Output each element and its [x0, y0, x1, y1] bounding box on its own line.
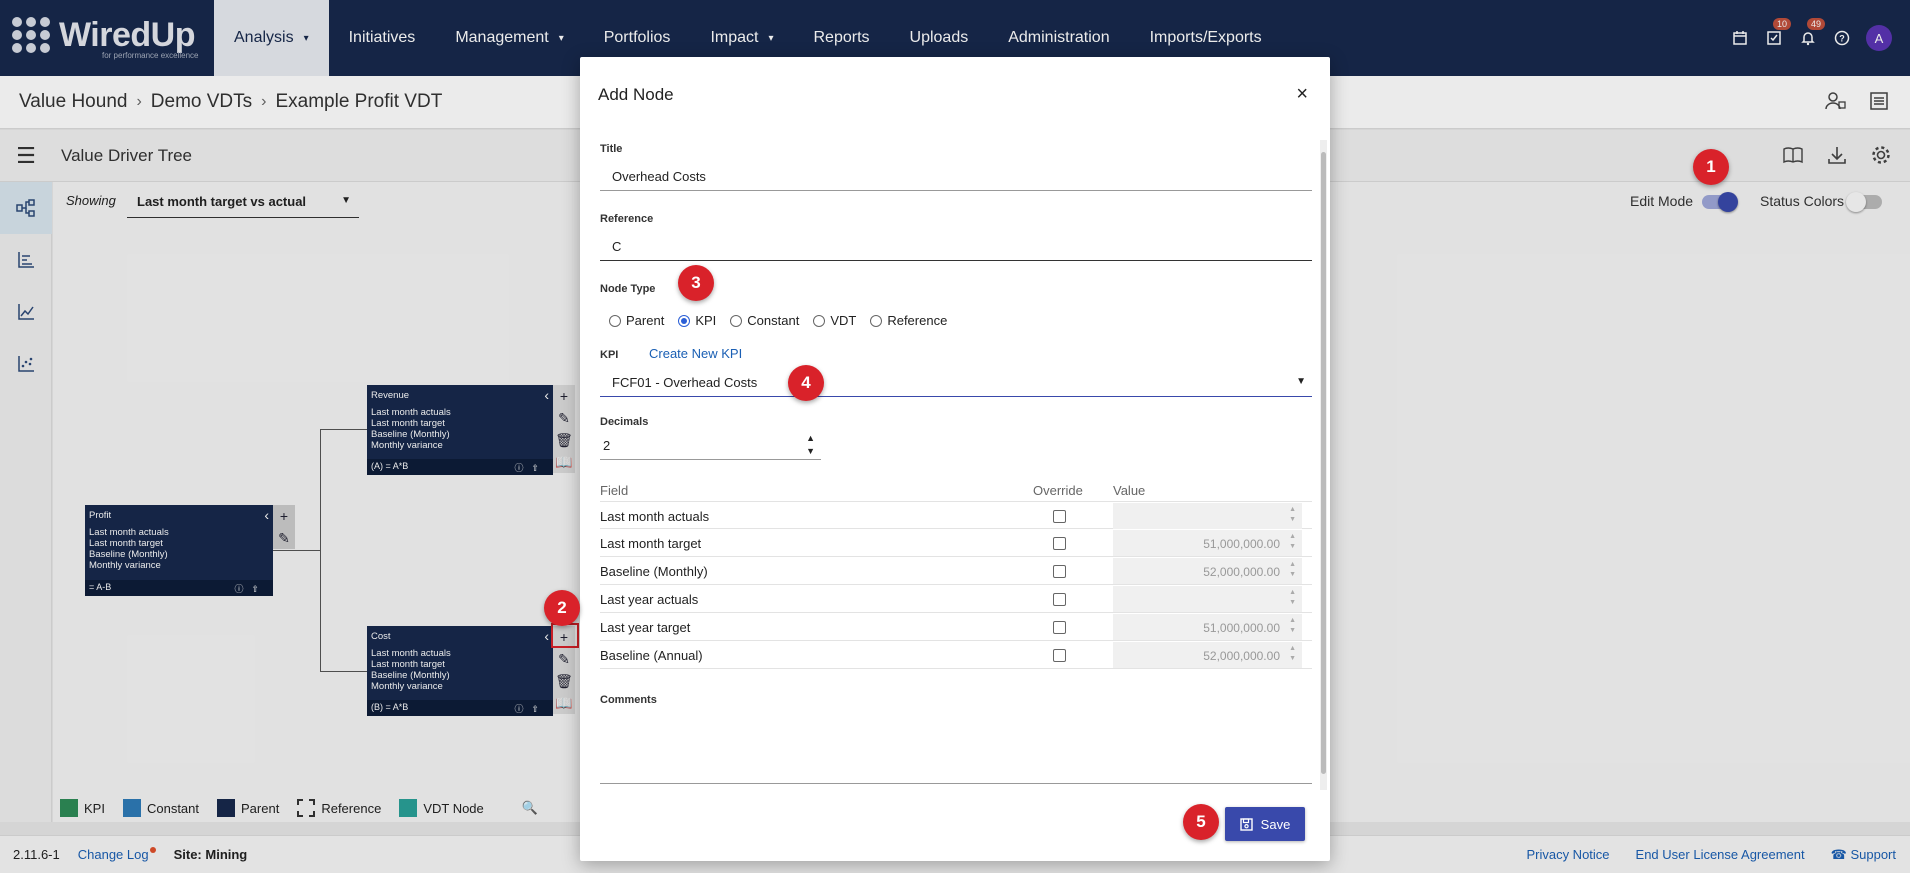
decimals-stepper[interactable]: 2 ▲ ▼ [600, 432, 821, 460]
radio-constant[interactable]: Constant [730, 313, 799, 328]
value-input[interactable]: 51,000,000.00 ▲ ▼ [1113, 614, 1302, 640]
dialog-scrollbar[interactable] [1320, 140, 1327, 790]
radio-label: KPI [695, 313, 717, 328]
stepper-arrows-icon[interactable]: ▲ ▼ [1289, 588, 1296, 608]
override-checkbox[interactable] [1053, 649, 1066, 662]
radio-vdt[interactable]: VDT [813, 313, 856, 328]
value-input[interactable]: ▲ ▼ [1113, 503, 1302, 529]
override-checkbox[interactable] [1053, 537, 1066, 550]
stepper-arrows-icon[interactable]: ▲ ▼ [1289, 532, 1296, 552]
value-input[interactable]: 52,000,000.00 ▲ ▼ [1113, 642, 1302, 668]
close-icon[interactable]: × [1296, 83, 1308, 106]
add-node-dialog: Add Node × Title Overhead Costs Referenc… [580, 57, 1330, 861]
value-input[interactable]: ▲ ▼ [1113, 586, 1302, 612]
row-field: Last month target [600, 536, 702, 551]
stepper-arrows-icon[interactable]: ▲ ▼ [806, 432, 815, 458]
stepper-arrows-icon[interactable]: ▲ ▼ [1289, 616, 1296, 636]
table-row: Baseline (Annual) 52,000,000.00 ▲ ▼ [600, 641, 1312, 669]
table-row: Last year target 51,000,000.00 ▲ ▼ [600, 613, 1312, 641]
radio-circle [678, 314, 691, 327]
reference-label: Reference [600, 213, 654, 225]
row-field: Last year target [600, 620, 691, 635]
callout-1: 1 [1693, 149, 1729, 185]
value-input[interactable]: 52,000,000.00 ▲ ▼ [1113, 558, 1302, 584]
decimals-label: Decimals [600, 416, 649, 428]
save-button[interactable]: Save [1225, 807, 1305, 841]
comments-label: Comments [600, 694, 657, 706]
override-checkbox[interactable] [1053, 565, 1066, 578]
table-header: Field Override Value [600, 483, 1312, 501]
row-value: 51,000,000.00 [1203, 537, 1280, 551]
title-input[interactable]: Overhead Costs [600, 163, 1312, 191]
floppy-disk-icon [1239, 817, 1253, 831]
callout-3: 3 [678, 265, 714, 301]
create-new-kpi-link[interactable]: Create New KPI [649, 346, 742, 361]
radio-label: Reference [887, 313, 948, 328]
header-override: Override [1033, 483, 1083, 498]
kpi-label: KPI [600, 349, 619, 361]
override-checkbox[interactable] [1053, 621, 1066, 634]
header-field: Field [600, 483, 629, 498]
table-row: Last year actuals ▲ ▼ [600, 585, 1312, 613]
stepper-arrows-icon[interactable]: ▲ ▼ [1289, 560, 1296, 580]
callout-5: 5 [1183, 804, 1219, 840]
radio-circle [870, 314, 883, 327]
radio-reference[interactable]: Reference [870, 313, 947, 328]
radio-label: VDT [830, 313, 857, 328]
radio-label: Constant [747, 313, 800, 328]
override-checkbox[interactable] [1053, 510, 1066, 523]
header-value: Value [1113, 483, 1146, 498]
radio-circle [813, 314, 826, 327]
stepper-arrows-icon[interactable]: ▲ ▼ [1289, 505, 1296, 525]
reference-input[interactable]: C [600, 233, 1312, 261]
scrollbar-thumb[interactable] [1321, 152, 1326, 774]
table-row: Last month target 51,000,000.00 ▲ ▼ [600, 529, 1312, 557]
callout-4: 4 [788, 365, 824, 401]
comments-textarea[interactable] [600, 783, 1312, 784]
row-field: Baseline (Annual) [600, 648, 703, 663]
value-input[interactable]: 51,000,000.00 ▲ ▼ [1113, 530, 1302, 556]
title-label: Title [600, 143, 623, 155]
row-value: 52,000,000.00 [1203, 649, 1280, 663]
dropdown-arrow-icon: ▼ [1296, 376, 1306, 387]
radio-kpi[interactable]: KPI [678, 313, 716, 328]
callout-2: 2 [544, 590, 580, 626]
save-label: Save [1260, 816, 1291, 832]
decimals-value: 2 [603, 438, 611, 453]
row-value: 51,000,000.00 [1203, 621, 1280, 635]
field-values-table: Field Override Value Last month actuals … [600, 483, 1312, 669]
node-type-radio-group: Parent KPI Constant VDT Reference [609, 313, 947, 328]
stepper-arrows-icon[interactable]: ▲ ▼ [1289, 644, 1296, 664]
radio-label: Parent [626, 313, 665, 328]
title-input-value: Overhead Costs [612, 169, 706, 184]
row-field: Baseline (Monthly) [600, 564, 708, 579]
row-field: Last year actuals [600, 592, 699, 607]
reference-input-value: C [612, 239, 622, 254]
table-row: Last month actuals ▲ ▼ [600, 501, 1312, 529]
row-value: 52,000,000.00 [1203, 565, 1280, 579]
radio-parent[interactable]: Parent [609, 313, 664, 328]
override-checkbox[interactable] [1053, 593, 1066, 606]
kpi-select[interactable]: FCF01 - Overhead Costs ▼ [600, 369, 1312, 397]
table-row: Baseline (Monthly) 52,000,000.00 ▲ ▼ [600, 557, 1312, 585]
radio-circle [730, 314, 743, 327]
dialog-title: Add Node [598, 85, 674, 104]
radio-circle [609, 314, 621, 327]
node-type-label: Node Type [600, 283, 656, 295]
row-field: Last month actuals [600, 509, 710, 524]
kpi-select-value: FCF01 - Overhead Costs [612, 375, 758, 390]
